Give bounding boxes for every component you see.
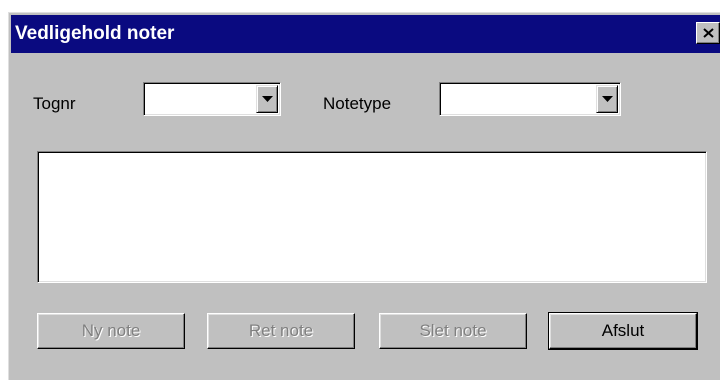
close-button[interactable] bbox=[696, 22, 720, 44]
chevron-down-icon bbox=[602, 96, 613, 102]
window-title: Vedligehold noter bbox=[15, 23, 175, 44]
notes-text-area[interactable] bbox=[37, 151, 707, 283]
title-bar[interactable]: Vedligehold noter bbox=[11, 15, 720, 53]
notetype-dropdown-button[interactable] bbox=[596, 85, 618, 113]
chevron-down-icon bbox=[262, 96, 273, 102]
tognr-dropdown-button[interactable] bbox=[256, 85, 278, 113]
tognr-select[interactable] bbox=[143, 82, 281, 116]
delete-note-button[interactable]: Slet note bbox=[379, 313, 527, 349]
edit-note-button[interactable]: Ret note bbox=[207, 313, 355, 349]
dialog-window: Vedligehold noter Tognr Notetype Ny note… bbox=[8, 12, 720, 380]
tognr-label: Tognr bbox=[33, 94, 76, 113]
exit-button[interactable]: Afslut bbox=[548, 312, 698, 350]
new-note-button[interactable]: Ny note bbox=[37, 313, 185, 349]
notetype-label: Notetype bbox=[323, 94, 392, 113]
close-icon bbox=[703, 28, 714, 38]
notetype-select[interactable] bbox=[439, 82, 621, 116]
